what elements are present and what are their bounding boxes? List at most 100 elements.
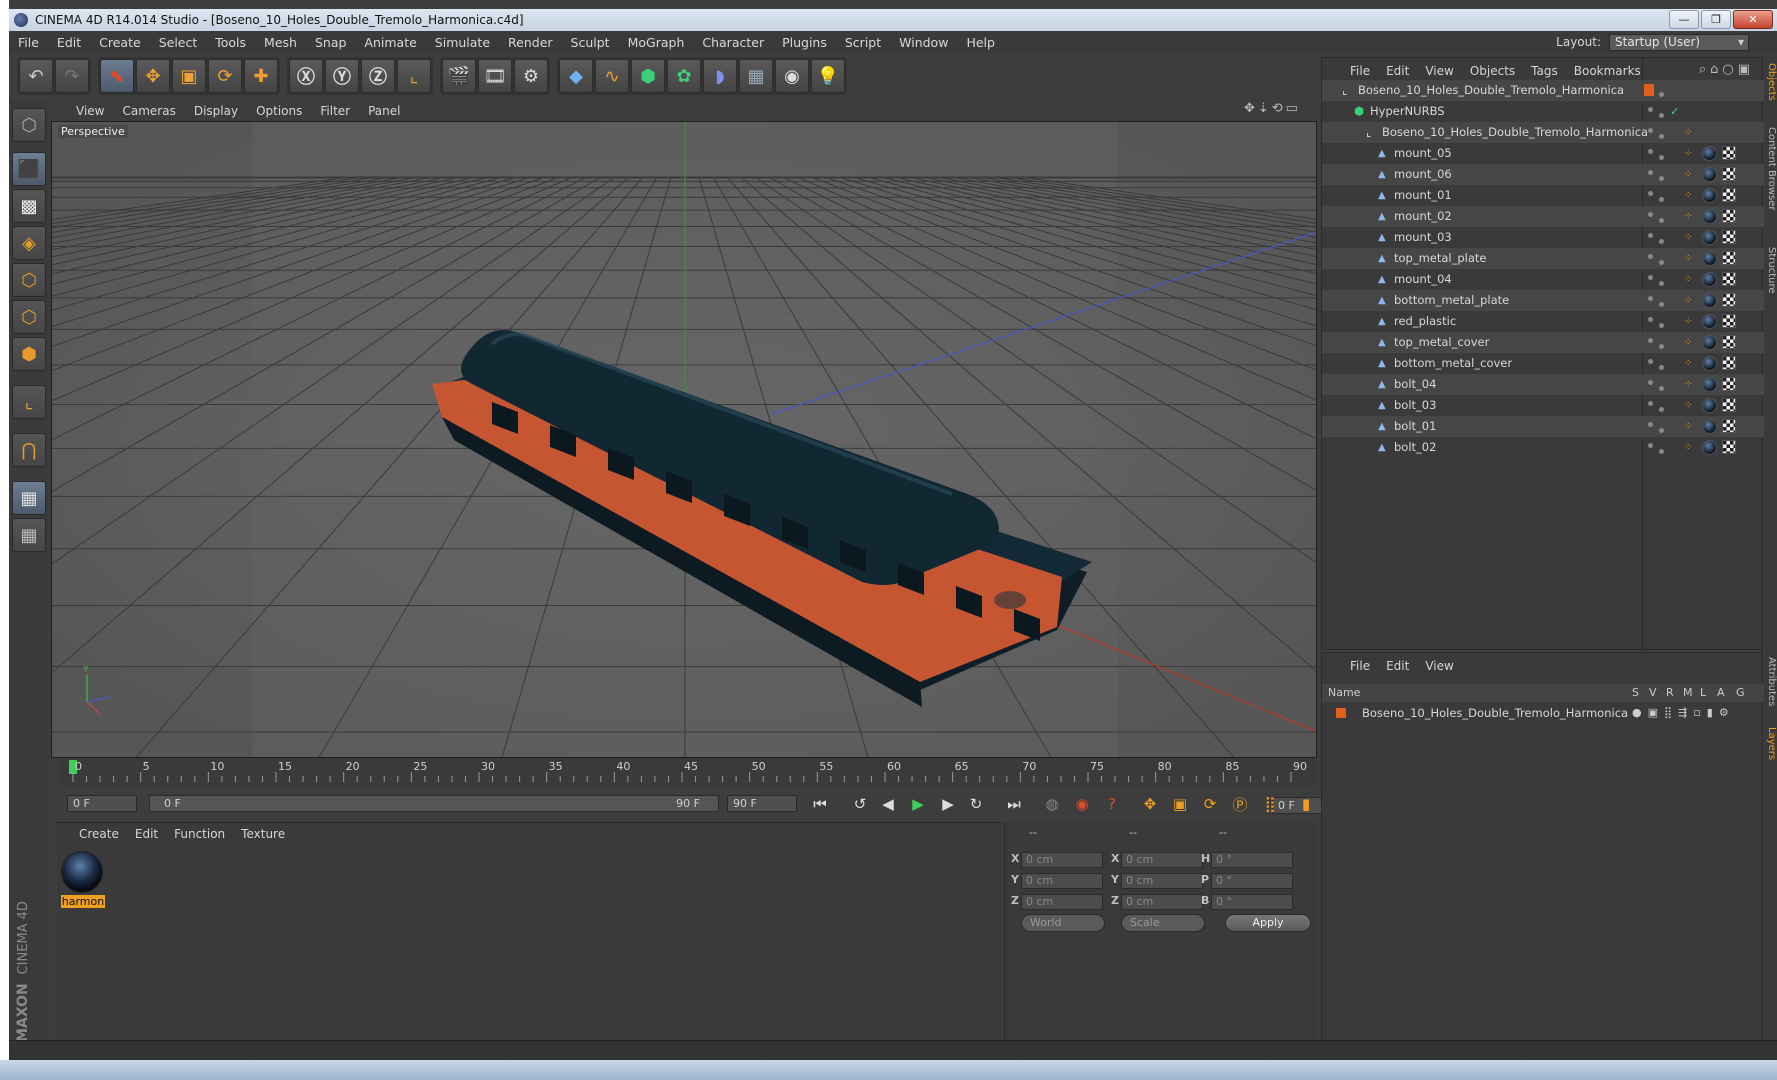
object-tree-row[interactable]: ⌞ Boseno_10_Holes_Double_Tremolo_Harmonic…: [1322, 80, 1764, 101]
material-tag-icon[interactable]: [1702, 356, 1717, 371]
visibility-dot-icon[interactable]: [1659, 449, 1664, 454]
tab-attributes[interactable]: Attributes: [1763, 657, 1777, 706]
phong-tag-icon[interactable]: ⁘: [1684, 290, 1692, 311]
object-tree-row[interactable]: ▲ mount_01 ⁘: [1322, 185, 1764, 206]
uvw-tag-icon[interactable]: [1722, 251, 1736, 265]
material-tag-icon[interactable]: [1702, 209, 1717, 224]
viewport-menu-view[interactable]: View: [67, 104, 113, 118]
uvw-tag-icon[interactable]: [1722, 272, 1736, 286]
visibility-dot-icon[interactable]: [1648, 443, 1653, 448]
light-icon[interactable]: 💡: [811, 59, 845, 93]
go-to-end-icon[interactable]: ⏭: [1001, 791, 1027, 817]
menu-sculpt[interactable]: Sculpt: [562, 35, 619, 50]
previous-frame-icon[interactable]: ◀: [875, 791, 901, 817]
menu-character[interactable]: Character: [693, 35, 773, 50]
layer-row[interactable]: Boseno_10_Holes_Double_Tremolo_Harmonica…: [1322, 704, 1764, 725]
uvw-tag-icon[interactable]: [1722, 167, 1736, 181]
object-tree-row[interactable]: ▲ bolt_02 ⁘: [1322, 437, 1764, 458]
phong-tag-icon[interactable]: ⁘: [1684, 164, 1692, 185]
visibility-dot-icon[interactable]: [1659, 386, 1664, 391]
material-tag-icon[interactable]: [1702, 230, 1717, 245]
subdivision-surface-icon[interactable]: ⬢: [631, 59, 665, 93]
coordinate-system-icon[interactable]: ⌞: [397, 59, 431, 93]
objects-menu-objects[interactable]: Objects: [1462, 64, 1523, 78]
object-tree-row[interactable]: ▲ red_plastic ⁘: [1322, 311, 1764, 332]
objects-menu-bookmarks[interactable]: Bookmarks: [1566, 64, 1649, 78]
snap-settings-icon[interactable]: ▦: [12, 518, 46, 552]
material-tag-icon[interactable]: [1702, 251, 1717, 266]
object-tree-row[interactable]: ▲ bolt_03 ⁘: [1322, 395, 1764, 416]
phong-tag-icon[interactable]: ⁘: [1684, 437, 1692, 458]
uvw-tag-icon[interactable]: [1722, 419, 1736, 433]
model-mode-icon[interactable]: ⬛: [12, 152, 46, 186]
restore-button[interactable]: ❐: [1701, 10, 1731, 29]
material-tag-icon[interactable]: [1702, 377, 1717, 392]
array-icon[interactable]: ✿: [667, 59, 701, 93]
rot-b-field[interactable]: 0 °: [1211, 894, 1293, 910]
visibility-dot-icon[interactable]: [1659, 197, 1664, 202]
layout-dropdown[interactable]: Startup (User): [1609, 33, 1749, 51]
scale-icon[interactable]: ▣: [172, 59, 206, 93]
visibility-dot-icon[interactable]: [1659, 302, 1664, 307]
pos-z-field[interactable]: 0 cm: [1021, 894, 1103, 910]
close-button[interactable]: ✕: [1733, 10, 1773, 29]
key-pla-icon[interactable]: ⣿: [1257, 791, 1283, 817]
uvw-tag-icon[interactable]: [1722, 188, 1736, 202]
menu-script[interactable]: Script: [836, 35, 890, 50]
phong-tag-icon[interactable]: ⁘: [1684, 185, 1692, 206]
axis-mode-icon[interactable]: ⌞: [12, 385, 46, 419]
visibility-dot-icon[interactable]: [1648, 254, 1653, 259]
apply-button[interactable]: Apply: [1225, 914, 1311, 932]
layers-menu-file[interactable]: File: [1342, 659, 1378, 673]
object-tree-row[interactable]: ▲ mount_06 ⁘: [1322, 164, 1764, 185]
uvw-tag-icon[interactable]: [1722, 209, 1736, 223]
3d-viewport[interactable]: Y Perspective: [51, 121, 1317, 758]
visibility-dot-icon[interactable]: [1659, 428, 1664, 433]
menu-file[interactable]: File: [9, 35, 48, 50]
play-icon[interactable]: ▶: [905, 791, 931, 817]
undo-icon[interactable]: ↶: [19, 59, 53, 93]
phong-tag-icon[interactable]: ⁘: [1684, 353, 1692, 374]
uvw-tag-icon[interactable]: [1722, 356, 1736, 370]
go-to-start-icon[interactable]: ⏮: [807, 791, 833, 817]
visibility-dot-icon[interactable]: [1659, 218, 1664, 223]
visibility-dot-icon[interactable]: [1648, 107, 1653, 112]
keyframe-selection-icon[interactable]: ?: [1099, 791, 1125, 817]
key-position-icon[interactable]: ✥: [1137, 791, 1163, 817]
rot-h-field[interactable]: 0 °: [1211, 852, 1293, 868]
visibility-dot-icon[interactable]: [1648, 275, 1653, 280]
object-tree-row[interactable]: ▲ mount_03 ⁘: [1322, 227, 1764, 248]
material-tag-icon[interactable]: [1702, 419, 1717, 434]
move-icon[interactable]: ✥: [136, 59, 170, 93]
magnet-icon[interactable]: ⋂: [12, 433, 46, 467]
size-x-field[interactable]: 0 cm: [1121, 852, 1203, 868]
phong-tag-icon[interactable]: ⁘: [1684, 122, 1692, 143]
material-tag-icon[interactable]: [1702, 335, 1717, 350]
timeline-window-icon[interactable]: ▮: [1293, 791, 1319, 817]
visibility-dot-icon[interactable]: [1648, 296, 1653, 301]
menu-edit[interactable]: Edit: [48, 35, 90, 50]
visibility-dot-icon[interactable]: [1648, 338, 1653, 343]
viewport-menu-options[interactable]: Options: [247, 104, 311, 118]
phong-tag-icon[interactable]: ⁘: [1684, 311, 1692, 332]
material-menu-edit[interactable]: Edit: [127, 827, 166, 841]
end-frame-field[interactable]: 90 F: [727, 795, 797, 812]
phong-tag-icon[interactable]: ⁘: [1684, 143, 1692, 164]
uvw-tag-icon[interactable]: [1722, 398, 1736, 412]
menu-simulate[interactable]: Simulate: [426, 35, 499, 50]
objects-menu-file[interactable]: File: [1342, 64, 1378, 78]
visibility-dot-icon[interactable]: [1648, 233, 1653, 238]
rotate-icon[interactable]: ⟳: [208, 59, 242, 93]
material-tag-icon[interactable]: [1702, 293, 1717, 308]
edges-mode-icon[interactable]: ⬡: [12, 300, 46, 334]
object-manager-search-icon[interactable]: ⌕⌂○▣: [1699, 62, 1754, 77]
object-tree-row[interactable]: ▲ top_metal_cover ⁘: [1322, 332, 1764, 353]
material-tag-icon[interactable]: [1702, 440, 1717, 455]
material-tag-icon[interactable]: [1702, 398, 1717, 413]
visibility-dot-icon[interactable]: [1648, 170, 1653, 175]
viewport-menu-panel[interactable]: Panel: [359, 104, 409, 118]
object-tree-row[interactable]: ▲ mount_04 ⁘: [1322, 269, 1764, 290]
key-parameter-icon[interactable]: Ⓟ: [1227, 791, 1253, 817]
redo-icon[interactable]: ↷: [55, 59, 89, 93]
phong-tag-icon[interactable]: ⁘: [1684, 248, 1692, 269]
